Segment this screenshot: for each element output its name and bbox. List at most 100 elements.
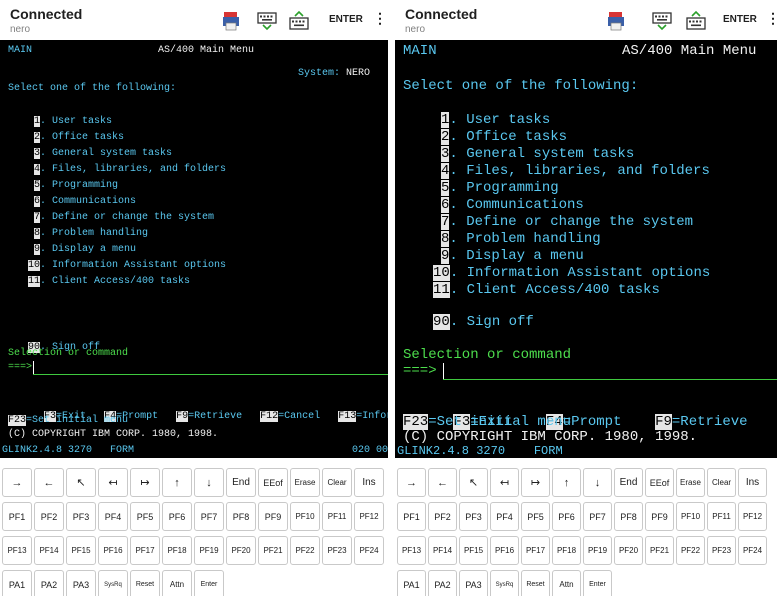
keyboard-hide-icon[interactable] [256,10,278,31]
terminal-screen[interactable]: MAIN AS/400 Main Menu System: NERO Selec… [0,40,388,458]
key[interactable]: PF8 [226,502,256,531]
key[interactable]: PA1 [397,570,426,596]
key[interactable]: PF12 [738,502,767,531]
menu-option[interactable]: 3. General system tasks [34,148,172,159]
menu-option[interactable]: 5. Programming [441,180,559,196]
key[interactable]: PF23 [322,536,352,565]
key[interactable]: ← [34,468,64,497]
key[interactable]: PF24 [738,536,767,565]
key[interactable]: PF9 [258,502,288,531]
menu-option[interactable]: 1. User tasks [441,112,550,128]
key[interactable]: PF7 [583,502,612,531]
menu-option[interactable]: 2. Office tasks [34,132,124,143]
enter-button[interactable]: ENTER [723,14,757,25]
menu-option[interactable]: 3. General system tasks [441,146,634,162]
keyboard-show-icon[interactable] [288,10,310,30]
command-input-line[interactable] [33,374,388,375]
key[interactable]: PA2 [428,570,457,596]
key[interactable]: ↓ [194,468,224,497]
key[interactable]: PF5 [521,502,550,531]
menu-option[interactable]: 7. Define or change the system [34,212,214,223]
printer-icon[interactable] [605,10,627,31]
menu-option[interactable]: 8. Problem handling [34,228,148,239]
key[interactable]: PF12 [354,502,384,531]
key[interactable]: SysRq [490,570,519,596]
key[interactable]: EEof [645,468,674,497]
key[interactable]: End [614,468,643,497]
key[interactable]: PA3 [66,570,96,596]
key[interactable]: PF15 [66,536,96,565]
menu-option[interactable]: 1. User tasks [34,116,112,127]
printer-icon[interactable] [220,10,242,31]
key[interactable]: PF20 [614,536,643,565]
key[interactable]: PA1 [2,570,32,596]
key[interactable]: PF10 [290,502,320,531]
key[interactable]: Erase [676,468,705,497]
key[interactable]: PA3 [459,570,488,596]
key[interactable]: PF2 [34,502,64,531]
key[interactable]: PA2 [34,570,64,596]
key[interactable]: PF7 [194,502,224,531]
keyboard-show-icon[interactable] [685,10,707,30]
command-input-line[interactable] [443,379,777,380]
key[interactable]: PF2 [428,502,457,531]
enter-button[interactable]: ENTER [329,14,363,25]
key[interactable]: Clear [707,468,736,497]
menu-option[interactable]: 6. Communications [441,197,584,213]
key[interactable]: ↓ [583,468,612,497]
menu-option[interactable]: 8. Problem handling [441,231,601,247]
key[interactable]: PF22 [290,536,320,565]
menu-option[interactable]: 9. Display a menu [34,244,136,255]
key[interactable]: PF5 [130,502,160,531]
key[interactable]: PF22 [676,536,705,565]
key[interactable]: Attn [552,570,581,596]
key[interactable]: PF14 [34,536,64,565]
menu-option[interactable]: 5. Programming [34,180,118,191]
key[interactable]: → [2,468,32,497]
menu-option[interactable]: 4. Files, libraries, and folders [441,163,710,179]
key[interactable]: PF16 [98,536,128,565]
key[interactable]: Ins [354,468,384,497]
menu-option[interactable]: 10. Information Assistant options [28,260,226,271]
key[interactable]: ↖ [459,468,488,497]
menu-option[interactable]: 6. Communications [34,196,136,207]
more-vert-icon[interactable]: ⋮ [373,10,387,27]
key[interactable]: Ins [738,468,767,497]
key[interactable]: PF14 [428,536,457,565]
key[interactable]: PF18 [552,536,581,565]
menu-option[interactable]: 11. Client Access/400 tasks [28,276,190,287]
key[interactable]: PF9 [645,502,674,531]
key[interactable]: PF24 [354,536,384,565]
key[interactable]: → [397,468,426,497]
key[interactable]: PF6 [552,502,581,531]
key[interactable]: PF17 [521,536,550,565]
key[interactable]: ↤ [98,468,128,497]
key[interactable]: PF15 [459,536,488,565]
key[interactable]: ← [428,468,457,497]
key[interactable]: PF17 [130,536,160,565]
key[interactable]: PF18 [162,536,192,565]
key[interactable]: PF6 [162,502,192,531]
key[interactable]: PF21 [258,536,288,565]
key[interactable]: PF13 [2,536,32,565]
key[interactable]: PF4 [98,502,128,531]
key[interactable]: PF16 [490,536,519,565]
key[interactable]: PF10 [676,502,705,531]
menu-option[interactable]: 4. Files, libraries, and folders [34,164,226,175]
key[interactable]: End [226,468,256,497]
key[interactable]: PF4 [490,502,519,531]
more-vert-icon[interactable]: ⋮ [766,10,777,27]
terminal-screen[interactable]: MAIN AS/400 Main Menu Select one of the … [395,40,777,458]
keyboard-hide-icon[interactable] [651,10,673,31]
key[interactable]: PF11 [322,502,352,531]
key[interactable]: ↖ [66,468,96,497]
key[interactable]: PF11 [707,502,736,531]
menu-option[interactable]: 10. Information Assistant options [433,265,710,281]
key[interactable]: SysRq [98,570,128,596]
key[interactable]: PF1 [397,502,426,531]
key[interactable]: PF21 [645,536,674,565]
key[interactable]: Clear [322,468,352,497]
key[interactable]: ↑ [162,468,192,497]
key[interactable]: EEof [258,468,288,497]
key[interactable]: Enter [583,570,612,596]
